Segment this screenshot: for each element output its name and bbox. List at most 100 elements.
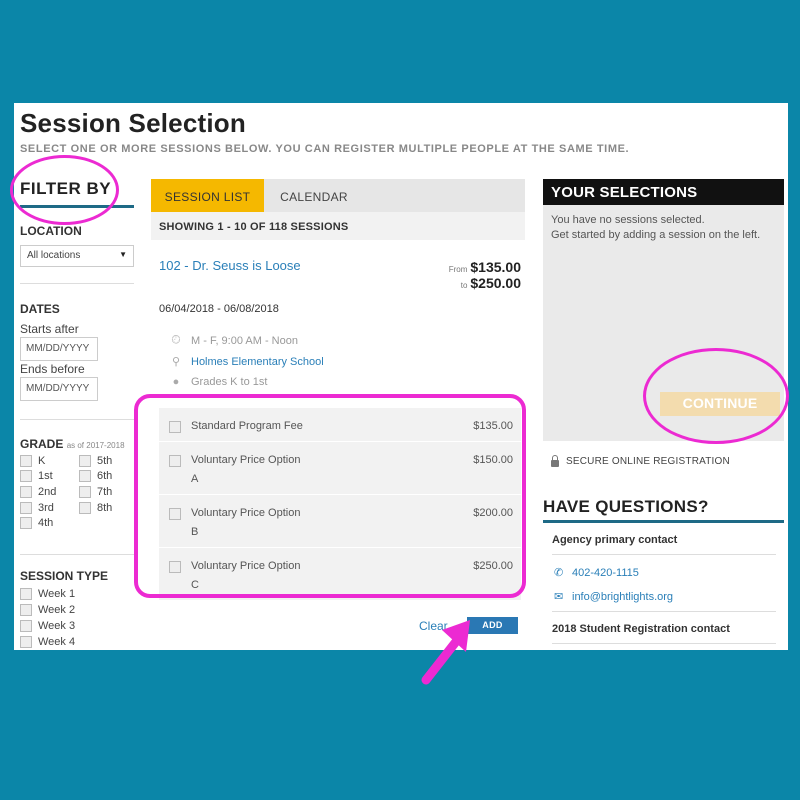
checkbox[interactable] [79,502,91,514]
checkbox[interactable] [20,588,32,600]
session-title-link[interactable]: 102 - Dr. Seuss is Loose [159,258,301,273]
divider [552,611,776,612]
session-grades: ● Grades K to 1st [171,376,268,388]
session-list-panel: SESSION LIST CALENDAR SHOWING 1 - 10 OF … [151,179,525,634]
location-label: LOCATION [20,224,82,238]
secure-label: SECURE ONLINE REGISTRATION [566,456,730,467]
selections-empty-line-2: Get started by adding a session on the l… [551,229,761,241]
session-type-checkbox-week-3[interactable]: Week 3 [20,620,75,632]
session-type-checkbox-week-1[interactable]: Week 1 [20,588,75,600]
checkbox[interactable] [20,486,32,498]
checkbox[interactable] [20,517,32,529]
selections-title: YOUR SELECTIONS [543,179,784,205]
tab-session-list[interactable]: SESSION LIST [151,179,264,212]
session-type-option-label: Week 4 [38,636,76,648]
secure-registration: SECURE ONLINE REGISTRATION [551,454,730,467]
envelope-icon: ✉ [554,591,564,603]
tab-calendar[interactable]: CALENDAR [264,179,364,212]
grade-label: GRADE as of 2017-2018 [20,437,125,451]
starts-after-input[interactable]: MM/DD/YYYY [20,337,98,361]
divider [552,643,776,644]
student-contact-title: 2018 Student Registration contact [552,623,730,635]
grade-checkbox-4th[interactable]: 4th [20,517,53,529]
price-options-highlight-box [134,394,526,598]
location-value: All locations [27,250,81,261]
ends-before-label: Ends before [20,362,85,376]
page-title: Session Selection [20,108,246,138]
grade-option-label: 1st [38,470,53,482]
session-type-option-label: Week 3 [38,620,76,632]
session-price-range: From $135.00 to $250.00 [449,259,521,291]
session-type-option-label: Week 2 [38,604,76,616]
grade-checkbox-7th[interactable]: 7th [79,486,112,498]
questions-title: HAVE QUESTIONS? [543,497,709,516]
map-pin-icon: ⚲ [171,356,181,368]
divider [20,554,134,555]
grade-checkbox-1st[interactable]: 1st [20,470,53,482]
checkbox[interactable] [20,604,32,616]
checkbox[interactable] [20,636,32,648]
divider [552,554,776,555]
clock-icon: 🕘︎ [171,334,181,346]
price-from: $135.00 [470,259,521,275]
session-schedule: 🕘︎ M - F, 9:00 AM - Noon [171,334,298,347]
price-from-prefix: From [448,265,468,274]
checkbox[interactable] [20,502,32,514]
grade-option-label: 2nd [38,486,57,498]
selections-empty-line-1: You have no sessions selected. [551,214,705,226]
price-to: $250.00 [470,275,521,291]
starts-after-label: Starts after [20,322,79,336]
email-contact: ✉ info@brightlights.org [554,590,673,604]
grade-checkbox-8th[interactable]: 8th [79,502,112,514]
session-type-checkbox-week-2[interactable]: Week 2 [20,604,75,616]
grade-option-label: 7th [97,486,113,498]
checkbox[interactable] [79,486,91,498]
grade-checkbox-3rd[interactable]: 3rd [20,502,54,514]
grade-checkbox-5th[interactable]: 5th [79,455,112,467]
lock-icon [551,454,559,467]
continue-highlight-circle [643,348,789,444]
arrow-annotation-icon [421,620,470,685]
grade-checkbox-2nd[interactable]: 2nd [20,486,56,498]
filter-highlight-circle [10,155,119,225]
grade-label-text: GRADE [20,437,64,451]
checkbox[interactable] [79,455,91,467]
divider [20,283,134,284]
session-location: ⚲ Holmes Elementary School [171,355,324,369]
checkbox[interactable] [20,470,32,482]
results-count: SHOWING 1 - 10 OF 118 SESSIONS [151,212,525,240]
grade-option-label: 5th [97,455,113,467]
checkbox[interactable] [20,455,32,467]
session-grades-text: Grades K to 1st [191,376,268,388]
checkbox[interactable] [79,470,91,482]
location-link[interactable]: Holmes Elementary School [191,356,324,368]
session-type-option-label: Week 1 [38,588,76,600]
grade-option-label: 4th [38,517,54,529]
grade-checkbox-6th[interactable]: 6th [79,470,112,482]
page-subtitle: SELECT ONE OR MORE SESSIONS BELOW. YOU C… [20,143,630,155]
phone-contact: ✆ 402-420-1115 [554,566,639,580]
grade-option-label: 6th [97,470,113,482]
grade-option-label: 3rd [38,502,54,514]
grade-note: as of 2017-2018 [66,441,125,450]
email-link[interactable]: info@brightlights.org [572,591,673,603]
session-type-checkbox-week-4[interactable]: Week 4 [20,636,75,648]
agency-contact-title: Agency primary contact [552,534,678,546]
location-select[interactable]: All locations ▼ [20,245,134,267]
checkbox[interactable] [20,620,32,632]
ends-before-input[interactable]: MM/DD/YYYY [20,377,98,401]
grade-checkbox-k[interactable]: K [20,455,45,467]
questions-divider [543,520,784,523]
session-schedule-text: M - F, 9:00 AM - Noon [191,334,298,347]
session-dates: 06/04/2018 - 06/08/2018 [159,303,279,315]
dates-label: DATES [20,302,60,316]
price-to-prefix: to [460,281,468,290]
chevron-down-icon: ▼ [119,250,127,259]
grade-option-label: K [38,455,46,467]
grade-option-label: 8th [97,502,113,514]
divider [20,419,134,420]
person-icon: ● [172,376,180,388]
phone-icon: ✆ [554,567,564,579]
phone-link[interactable]: 402-420-1115 [572,567,639,579]
view-tabs: SESSION LIST CALENDAR [151,179,525,212]
